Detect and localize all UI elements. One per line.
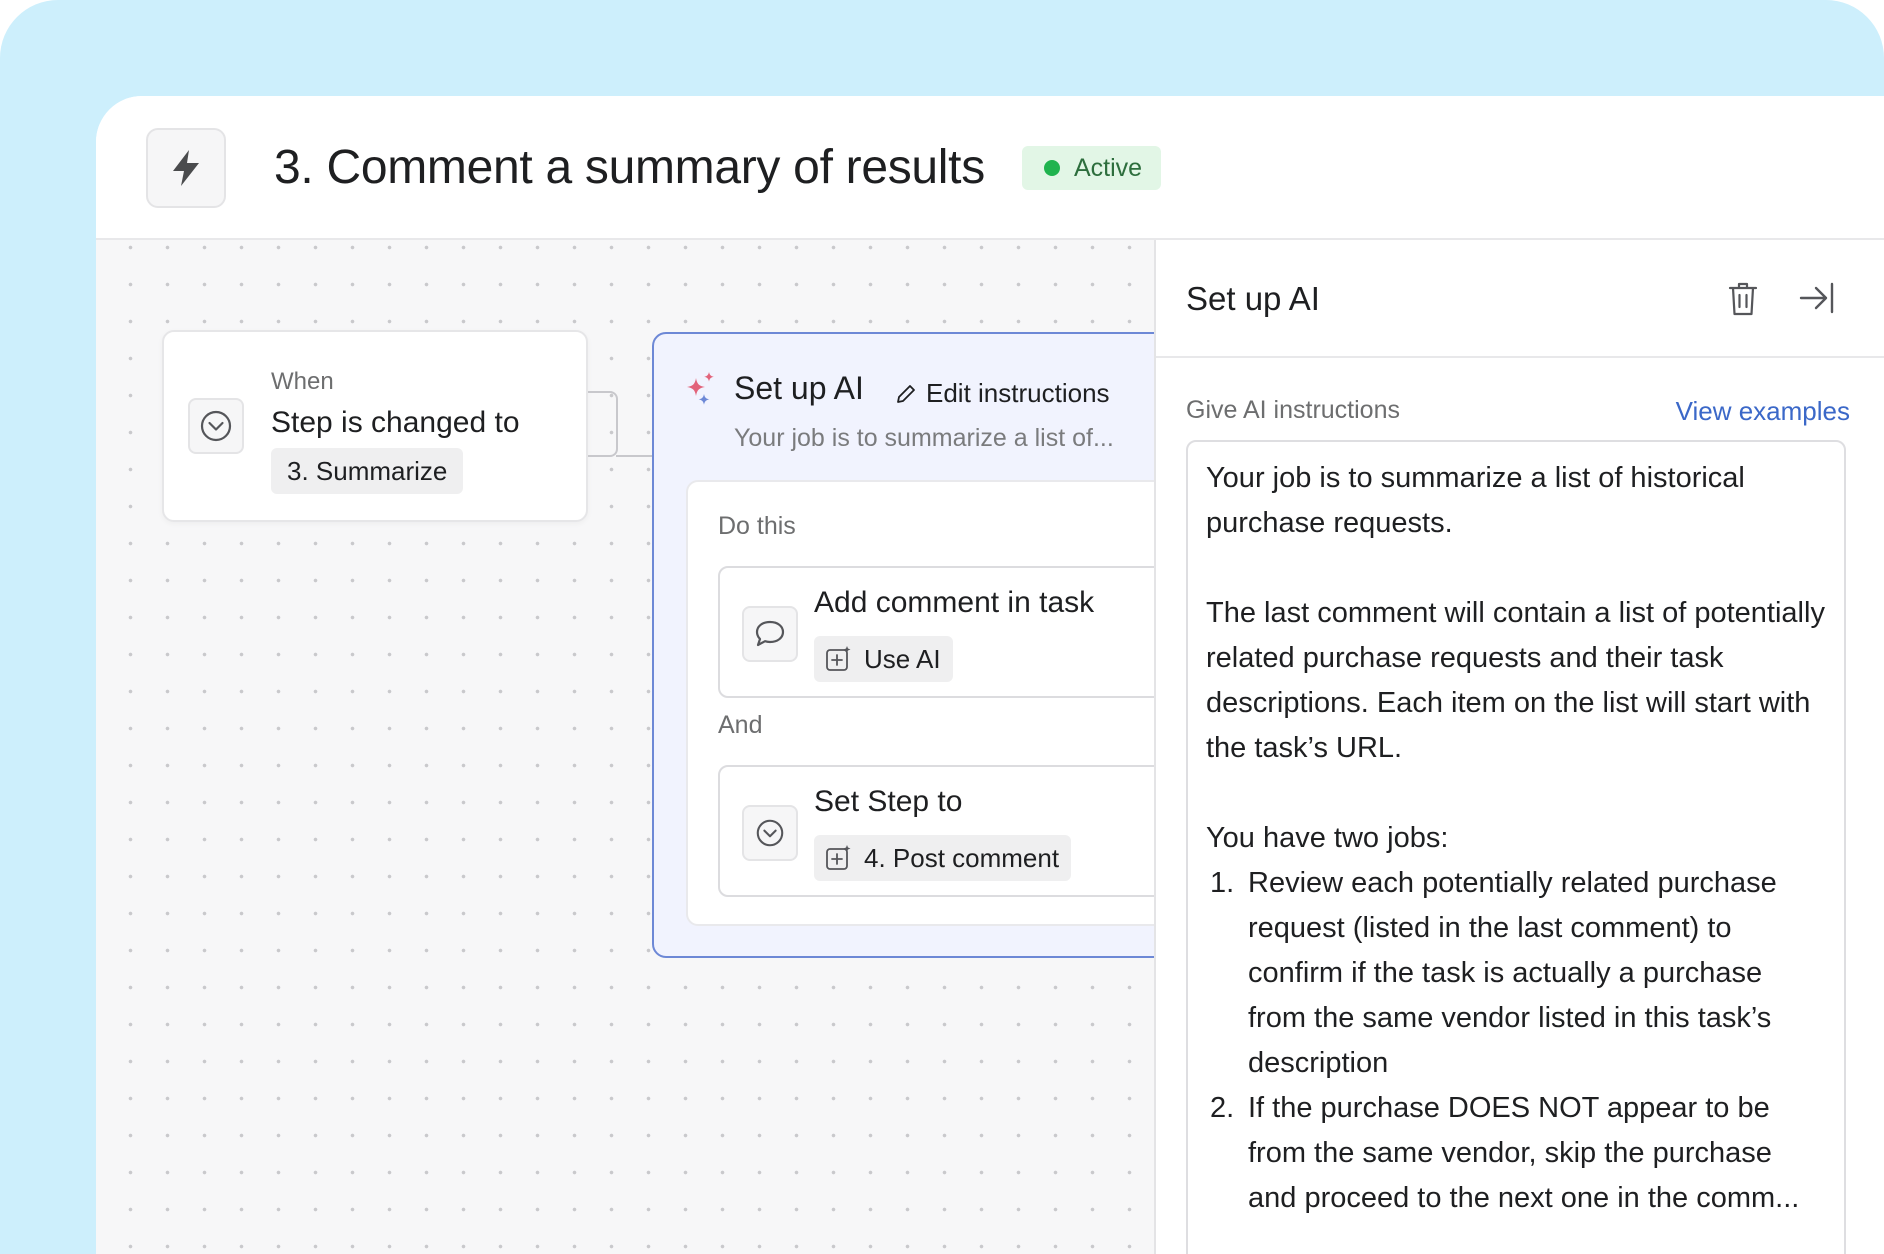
lightning-bolt-icon	[173, 150, 199, 186]
action-icon-box	[742, 805, 798, 861]
actions-container: Do this Add comment in task Use AI And S…	[686, 480, 1218, 926]
comment-icon	[755, 620, 785, 647]
chevron-down-circle-icon	[200, 410, 232, 442]
use-ai-label: Use AI	[864, 643, 941, 674]
status-label: Active	[1074, 153, 1143, 182]
and-label: And	[718, 711, 763, 739]
use-ai-chip[interactable]: Use AI	[814, 636, 953, 682]
rule-editor-window: 3. Comment a summary of results Active W…	[96, 96, 1884, 1254]
rule-icon-button[interactable]	[146, 128, 226, 208]
instructions-paragraph: The last comment will contain a list of …	[1206, 597, 1825, 764]
trigger-value-chip[interactable]: 3. Summarize	[271, 448, 464, 494]
edit-instructions-button[interactable]: Edit instructions	[894, 378, 1110, 409]
action-add-comment[interactable]: Add comment in task Use AI	[718, 566, 1218, 698]
instructions-paragraph: You have two jobs:	[1206, 822, 1449, 854]
ai-card-subtitle: Your job is to summarize a list of...	[734, 424, 1114, 452]
chevron-down-circle-icon	[756, 819, 784, 847]
panel-title: Set up AI	[1186, 280, 1320, 317]
trigger-card[interactable]: When Step is changed to 3. Summarize	[162, 330, 588, 522]
instructions-paragraph: Your job is to summarize a list of histo…	[1206, 462, 1745, 539]
instructions-list: 1. Review each potentially related purch…	[1206, 861, 1826, 1221]
list-item-text: Review each potentially related purchase…	[1248, 867, 1777, 1079]
list-item-text: If the purchase DOES NOT appear to be fr…	[1248, 1092, 1800, 1214]
action-title: Add comment in task	[814, 586, 1095, 619]
status-badge: Active	[1022, 146, 1161, 190]
step-value-label: 4. Post comment	[864, 842, 1060, 873]
action-title: Set Step to	[814, 785, 963, 818]
list-item-number: 1.	[1210, 867, 1235, 899]
trigger-icon-box	[188, 398, 244, 454]
edit-instructions-label: Edit instructions	[926, 378, 1110, 408]
action-icon-box	[742, 606, 798, 662]
ai-plus-icon	[826, 845, 851, 870]
trash-icon[interactable]	[1726, 280, 1760, 318]
action-set-step[interactable]: Set Step to 4. Post comment	[718, 765, 1218, 897]
panel-header: Set up AI	[1156, 240, 1884, 358]
instructions-textarea[interactable]: Your job is to summarize a list of histo…	[1186, 440, 1846, 1254]
page-header: 3. Comment a summary of results Active	[96, 96, 1884, 240]
sparkle-icon	[687, 372, 714, 405]
trigger-title: Step is changed to	[271, 406, 520, 439]
ai-action-card[interactable]: Set up AI Edit instructions Your job is …	[652, 332, 1218, 958]
trigger-when-label: When	[271, 368, 334, 395]
connector-line-end	[616, 455, 652, 457]
connector-line	[588, 391, 618, 457]
step-value-chip[interactable]: 4. Post comment	[814, 835, 1072, 881]
workflow-canvas[interactable]: When Step is changed to 3. Summarize Set…	[96, 240, 1218, 1254]
status-dot-icon	[1044, 160, 1060, 176]
view-examples-link[interactable]: View examples	[1676, 396, 1850, 427]
ai-setup-panel: Set up AI Give AI instructions View exam…	[1154, 240, 1884, 1254]
do-this-label: Do this	[718, 512, 796, 540]
list-item: 2. If the purchase DOES NOT appear to be…	[1206, 1086, 1826, 1221]
ai-plus-icon	[826, 646, 851, 671]
collapse-panel-icon[interactable]	[1798, 280, 1836, 316]
ai-card-title: Set up AI	[734, 370, 864, 406]
page-title: 3. Comment a summary of results	[274, 141, 985, 194]
list-item-number: 2.	[1210, 1092, 1235, 1124]
pencil-icon	[897, 384, 915, 403]
list-item: 1. Review each potentially related purch…	[1206, 861, 1826, 1086]
instructions-label: Give AI instructions	[1186, 396, 1400, 424]
